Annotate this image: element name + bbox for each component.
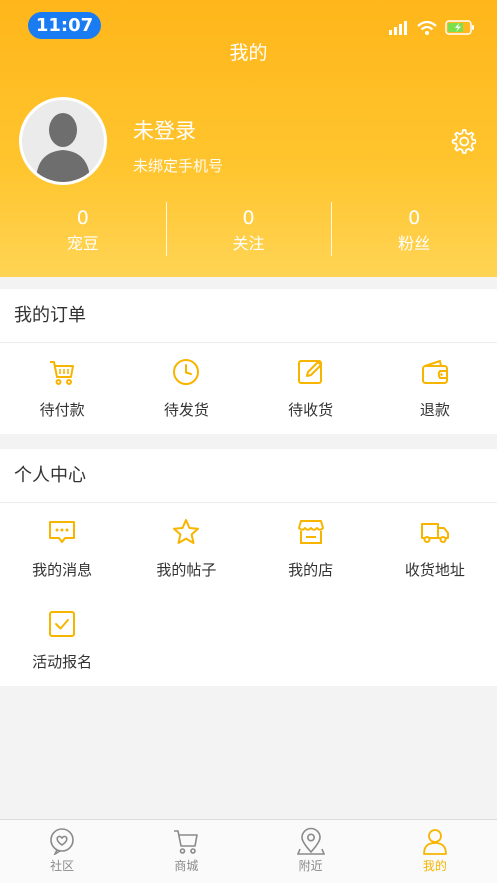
gear-icon[interactable] xyxy=(450,128,476,154)
order-pending-receipt[interactable]: 待收货 xyxy=(249,343,373,433)
location-icon xyxy=(296,827,325,855)
my-messages[interactable]: 我的消息 xyxy=(0,503,124,595)
personal-center-title: 个人中心 xyxy=(0,449,497,503)
profile-stats: 0 宠豆 0 关注 0 粉丝 xyxy=(0,200,497,260)
status-icons xyxy=(389,20,475,35)
order-pending-payment[interactable]: 待付款 xyxy=(0,343,124,433)
message-icon xyxy=(49,521,76,543)
cart-icon xyxy=(50,361,75,385)
tab-mine[interactable]: 我的 xyxy=(373,820,497,883)
my-store[interactable]: 我的店 xyxy=(249,503,373,595)
stat-following[interactable]: 0 关注 xyxy=(165,200,332,260)
order-refund[interactable]: 退款 xyxy=(373,343,497,433)
stat-pet-beans[interactable]: 0 宠豆 xyxy=(0,200,166,260)
user-name[interactable]: 未登录 xyxy=(133,115,196,145)
user-phone: 未绑定手机号 xyxy=(133,157,224,175)
tab-community[interactable]: 社区 xyxy=(0,820,124,883)
tab-nearby[interactable]: 附近 xyxy=(249,820,373,883)
battery-icon xyxy=(445,20,474,35)
person-icon xyxy=(422,829,447,855)
order-pending-shipment[interactable]: 待发货 xyxy=(124,343,248,433)
stat-followers[interactable]: 0 粉丝 xyxy=(331,200,497,260)
wallet-icon xyxy=(421,360,448,384)
clock-icon xyxy=(173,359,200,385)
my-posts[interactable]: 我的帖子 xyxy=(124,503,248,595)
shipping-address[interactable]: 收货地址 xyxy=(373,503,497,595)
orders-title: 我的订单 xyxy=(0,289,497,343)
cart-icon xyxy=(174,830,199,854)
community-icon xyxy=(50,828,74,855)
signal-icon xyxy=(389,20,407,35)
tab-bar: 社区 商城 附近 我的 xyxy=(0,819,497,883)
page-title: 我的 xyxy=(229,42,268,64)
tab-mall[interactable]: 商城 xyxy=(124,820,248,883)
status-time: 11:07 xyxy=(28,12,101,39)
wifi-icon xyxy=(417,20,437,35)
profile-header: 11:07 我的 未登录 未绑定手机号 0 宠豆 0 关注 0 粉丝 xyxy=(0,0,497,277)
orders-section: 我的订单 待付款 待发货 待收货 退款 xyxy=(0,289,497,434)
default-avatar-icon xyxy=(22,100,104,182)
checkbox-icon xyxy=(49,611,76,637)
star-icon xyxy=(173,519,200,544)
truck-icon xyxy=(420,523,449,543)
avatar[interactable] xyxy=(19,97,107,185)
personal-center-section: 个人中心 我的消息 我的帖子 我的店 收货地址 活动报名 xyxy=(0,449,497,686)
edit-icon xyxy=(297,360,322,384)
event-registration[interactable]: 活动报名 xyxy=(0,595,124,687)
store-icon xyxy=(297,520,324,544)
